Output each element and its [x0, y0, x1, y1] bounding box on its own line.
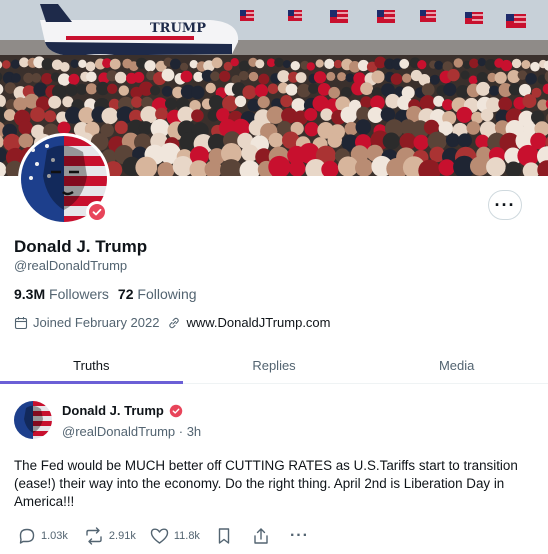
reply-count: 1.03k [41, 530, 68, 542]
svg-text:TRUMP: TRUMP [150, 21, 206, 36]
post-actions: 1.03k 2.91k 11.8k ··· [18, 527, 309, 545]
like-icon [150, 528, 169, 544]
following-label: Following [137, 286, 197, 302]
tab-replies[interactable]: Replies [183, 348, 366, 383]
profile-tabs: Truths Replies Media [0, 348, 548, 384]
following-link[interactable]: 72 Following [118, 286, 197, 302]
like-button[interactable]: 11.8k [150, 527, 200, 545]
profile-name: Donald J. Trump [14, 237, 148, 256]
more-options-button[interactable]: ··· [488, 190, 522, 220]
post-author[interactable]: Donald J. Trump [62, 403, 183, 418]
retruth-icon [86, 527, 102, 545]
avatar-flag-portrait-icon [14, 401, 52, 439]
calendar-icon [14, 316, 28, 329]
post-author-name: Donald J. Trump [62, 403, 164, 418]
retruth-count: 2.91k [108, 530, 136, 542]
bookmark-button[interactable] [216, 527, 232, 545]
verified-icon [86, 201, 108, 223]
reply-icon [19, 528, 35, 544]
post-more-button[interactable]: ··· [290, 527, 309, 545]
reply-button[interactable]: 1.03k [18, 527, 68, 545]
profile-stats: 9.3M Followers 72 Following [14, 286, 197, 302]
tab-truths[interactable]: Truths [0, 348, 183, 384]
more-icon: ··· [494, 194, 516, 215]
profile-handle: @realDonaldTrump [14, 258, 128, 273]
share-button[interactable] [252, 527, 270, 545]
like-count: 11.8k [173, 530, 200, 542]
tab-media[interactable]: Media [365, 348, 548, 383]
post-author-avatar[interactable] [14, 401, 52, 439]
share-icon [254, 528, 268, 544]
followers-link[interactable]: 9.3M Followers [14, 286, 109, 302]
more-icon: ··· [289, 527, 309, 544]
post-handle-time: @realDonaldTrump · 3h [62, 424, 202, 439]
bookmark-icon [218, 528, 230, 544]
post-body: The Fed would be MUCH better off CUTTING… [14, 458, 518, 509]
link-icon [169, 317, 180, 328]
retruth-button[interactable]: 2.91k [84, 527, 136, 545]
joined-date: Joined February 2022 [33, 315, 160, 330]
website-link[interactable]: www.DonaldJTrump.com [186, 315, 330, 330]
profile-meta: Joined February 2022 www.DonaldJTrump.co… [14, 315, 331, 330]
verified-icon [169, 404, 183, 417]
followers-count: 9.3M [14, 286, 46, 302]
followers-label: Followers [49, 286, 109, 302]
following-count: 72 [117, 286, 134, 302]
